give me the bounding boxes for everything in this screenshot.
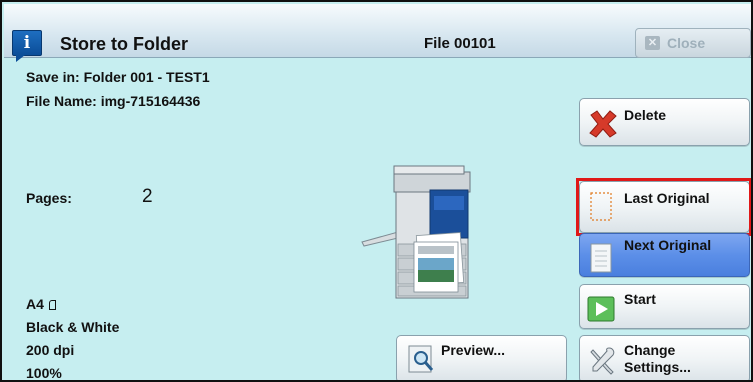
pages-label: Pages: xyxy=(26,190,72,206)
preview-button[interactable]: Preview... xyxy=(396,335,567,380)
delete-button[interactable]: Delete xyxy=(579,98,750,146)
start-button[interactable]: Start xyxy=(579,284,750,329)
delete-x-icon xyxy=(589,110,617,138)
file-name-text: File Name: img-715164436 xyxy=(26,93,201,109)
file-label: File 00101 xyxy=(424,35,496,52)
play-icon xyxy=(587,296,615,322)
info-icon: i xyxy=(12,30,42,62)
store-to-folder-screen: i Store to Folder File 00101 ✕ Close Sav… xyxy=(0,0,753,382)
close-icon: ✕ xyxy=(645,36,660,50)
pages-value: 2 xyxy=(142,186,153,207)
wrench-screwdriver-icon xyxy=(590,347,615,375)
selection-highlight xyxy=(576,178,751,236)
magnifier-page-icon xyxy=(408,345,434,373)
change-settings-button[interactable]: Change Settings... xyxy=(579,335,750,380)
printer-illustration xyxy=(361,165,471,299)
paper-size-text: A4 xyxy=(26,296,56,312)
title-bar: i Store to Folder File 00101 ✕ Close xyxy=(4,4,751,62)
portrait-orientation-icon xyxy=(48,300,56,310)
resolution-text: 200 dpi xyxy=(26,342,75,358)
color-mode-text: Black & White xyxy=(26,319,120,335)
next-original-button[interactable]: Next Original xyxy=(579,233,750,277)
page-icon xyxy=(590,243,612,273)
close-button[interactable]: ✕ Close xyxy=(635,28,751,58)
zoom-text: 100% xyxy=(26,365,62,381)
page-title: Store to Folder xyxy=(60,34,189,54)
save-in-text: Save in: Folder 001 - TEST1 xyxy=(26,69,210,85)
change-settings-line1: Change xyxy=(624,342,676,358)
change-settings-line2: Settings... xyxy=(624,359,691,375)
